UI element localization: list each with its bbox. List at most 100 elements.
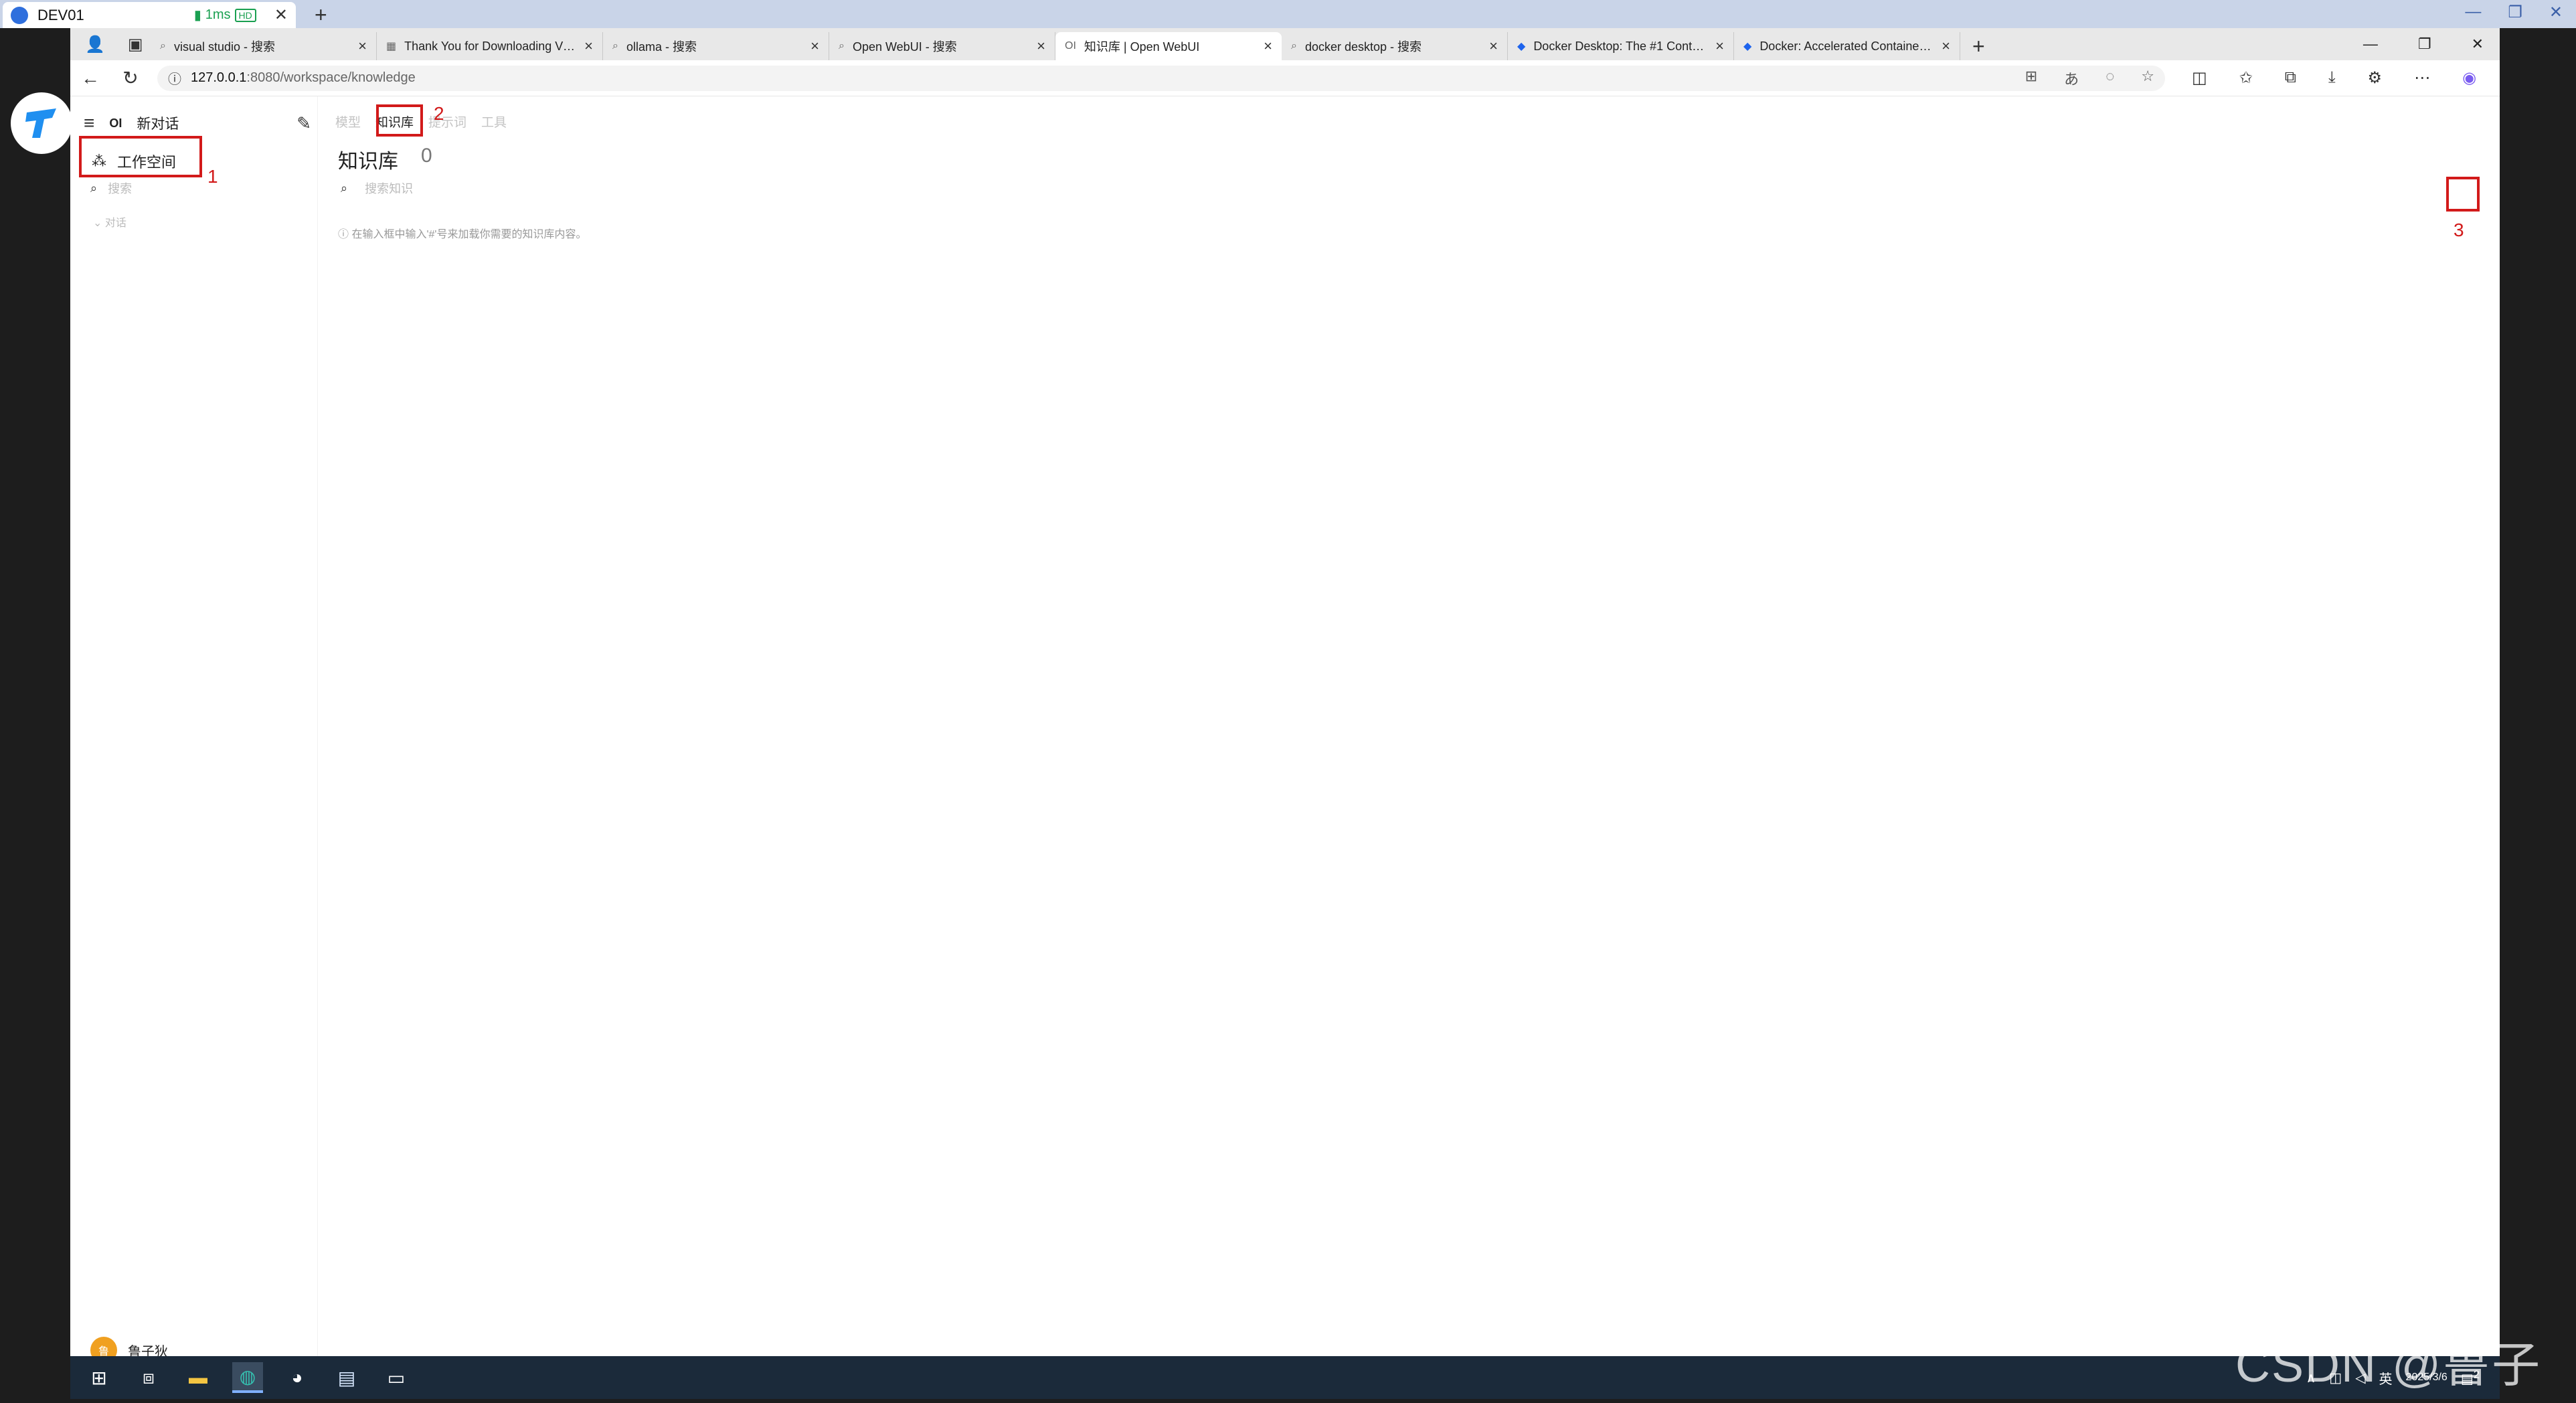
file-explorer-icon[interactable]: ▬: [183, 1362, 213, 1393]
address-bar: ← ↻ ⓘ 127.0.0.1:8080/workspace/knowledge…: [70, 60, 2500, 96]
annotation-box-knowledge: [376, 104, 423, 137]
browser-tab[interactable]: ⌕ visual studio - 搜索 ×: [151, 32, 377, 60]
url-path: :8080/workspace/knowledge: [246, 70, 416, 85]
search-icon: ⌕: [612, 40, 618, 52]
close-icon[interactable]: ✕: [2549, 3, 2563, 22]
remote-session-tab[interactable]: DEV01 ▮ 1ms HD ✕: [3, 2, 296, 28]
tab-label: visual studio - 搜索: [173, 40, 276, 54]
tab-actions-icon[interactable]: ▣: [128, 35, 143, 54]
tab-models[interactable]: 模型: [335, 112, 361, 131]
quality-badge[interactable]: HD: [234, 8, 256, 22]
search-icon: ⌕: [1291, 40, 1297, 52]
knowledge-count: 0: [421, 145, 432, 167]
menu-icon[interactable]: ≡: [84, 112, 94, 134]
annotation-box-add: [2446, 177, 2480, 212]
tab-label: 知识库 | Open WebUI: [1084, 40, 1200, 54]
latency-indicator: ▮ 1ms HD: [194, 7, 256, 23]
restore-icon[interactable]: ❐: [2418, 35, 2431, 53]
collections-icon[interactable]: ⧉: [2285, 68, 2296, 88]
minimize-icon[interactable]: —: [2465, 3, 2481, 22]
browser-tab[interactable]: ◆ Docker Desktop: The #1 Contain ×: [1508, 32, 1734, 60]
tab-label: Open WebUI - 搜索: [852, 40, 957, 54]
browser-tab[interactable]: ⌕ docker desktop - 搜索 ×: [1282, 32, 1508, 60]
annotation-number: 1: [207, 166, 218, 187]
tab-tools[interactable]: 工具: [481, 112, 507, 131]
new-session-button[interactable]: +: [315, 3, 327, 27]
task-view-icon[interactable]: ⧈: [133, 1362, 164, 1393]
copilot-icon[interactable]: ◉: [2462, 68, 2476, 88]
close-tab-icon[interactable]: ×: [810, 37, 819, 55]
sidebar-header: ≡ OI 新对话 ✎: [84, 112, 311, 134]
browser-tab[interactable]: ⌕ Open WebUI - 搜索 ×: [829, 32, 1055, 60]
remote-desktop-right-margin: [2500, 28, 2576, 1360]
terminal-icon[interactable]: ▭: [381, 1362, 412, 1393]
search-placeholder: 搜索: [108, 182, 133, 195]
close-tab-icon[interactable]: ×: [1489, 37, 1498, 55]
tab-label: ollama - 搜索: [626, 40, 697, 54]
windows-start-icon[interactable]: ⊞: [84, 1362, 114, 1393]
browser-window: 👤 ▣ ⌕ visual studio - 搜索 × ▦ Thank You for …: [70, 28, 2571, 1364]
edit-icon[interactable]: ✎: [296, 113, 311, 134]
ollama-icon[interactable]: ◕: [282, 1362, 313, 1393]
chevron-down-icon: ⌄: [93, 218, 102, 229]
browser-tab-active[interactable]: OI 知识库 | Open WebUI ×: [1055, 32, 1282, 60]
close-tab-icon[interactable]: ×: [584, 37, 593, 55]
profile-icon[interactable]: 👤: [85, 35, 105, 54]
tabbar-tools: 👤 ▣: [70, 28, 151, 60]
toolbar-right: ◫ ✩ ⧉ ⤓ ⚙ ⋯ ◉: [2165, 68, 2476, 88]
annotation-box-workspace: [79, 136, 202, 177]
tracking-icon[interactable]: ◌: [2106, 68, 2114, 89]
new-chat-link[interactable]: 新对话: [137, 113, 179, 133]
open-webui-sidebar: ≡ OI 新对话 ✎ ⁂ 工作空间 ⌕ 搜索 ⌄ 对话 鲁 鲁子狄: [70, 96, 318, 1364]
docker-icon[interactable]: ▤: [331, 1362, 362, 1393]
url-host: 127.0.0.1: [191, 70, 247, 85]
edge-icon[interactable]: ◍: [232, 1362, 263, 1393]
favorite-star-icon[interactable]: ☆: [2141, 68, 2154, 89]
ms-icon: ▦: [386, 41, 397, 52]
close-tab-icon[interactable]: ×: [358, 37, 367, 55]
latency-value: 1ms: [205, 7, 231, 22]
close-tab-icon[interactable]: ×: [1715, 37, 1724, 55]
close-tab-icon[interactable]: ×: [1942, 37, 1950, 55]
tab-label: Thank You for Downloading Visu: [404, 39, 577, 53]
more-icon[interactable]: ⋯: [2414, 68, 2430, 88]
download-icon[interactable]: ⤓: [2328, 68, 2336, 88]
section-label: 对话: [104, 218, 126, 229]
workspace-main: 模型 知识库 提示词 工具 知识库 0 ⌕ 搜索知识 ⓘ 在输入框中输入'#'号…: [318, 96, 2538, 1356]
split-screen-icon[interactable]: ◫: [2192, 68, 2207, 88]
close-icon[interactable]: ✕: [2472, 35, 2484, 53]
sidebar-search[interactable]: ⌕ 搜索: [90, 179, 132, 197]
favorites-icon[interactable]: ✩: [2239, 68, 2253, 88]
minimize-icon[interactable]: —: [2363, 35, 2378, 53]
todesk-logo-icon[interactable]: [11, 92, 72, 154]
restore-icon[interactable]: ❐: [2508, 3, 2522, 22]
windows-taskbar: ⊞ ⧈ ▬ ◍ ◕ ▤ ▭ ∧ ◫ ◁ 英 2025/3/6 ▤2: [70, 1356, 2500, 1399]
search-icon: ⌕: [160, 40, 166, 52]
browser-tab[interactable]: ▦ Thank You for Downloading Visu ×: [377, 32, 603, 60]
remote-desktop-left-margin: [0, 28, 72, 1360]
close-icon[interactable]: ✕: [274, 5, 288, 25]
csdn-watermark: CSDN @鲁子狄: [2235, 1339, 2542, 1392]
search-icon: ⌕: [839, 40, 845, 52]
extensions-icon[interactable]: ⚙: [2368, 68, 2383, 88]
close-tab-icon[interactable]: ×: [1264, 37, 1272, 55]
info-icon[interactable]: ⓘ: [168, 68, 181, 88]
chats-section-header[interactable]: ⌄ 对话: [93, 214, 126, 230]
browser-tab[interactable]: ◆ Docker: Accelerated Container A ×: [1734, 32, 1960, 60]
apps-icon[interactable]: ⊞: [2025, 68, 2037, 89]
browser-tabbar: 👤 ▣ ⌕ visual studio - 搜索 × ▦ Thank You for …: [70, 28, 2500, 60]
close-tab-icon[interactable]: ×: [1037, 37, 1045, 55]
tab-label: Docker Desktop: The #1 Contain: [1533, 39, 1708, 53]
tab-label: Docker: Accelerated Container A: [1759, 39, 1934, 53]
url-input[interactable]: ⓘ 127.0.0.1:8080/workspace/knowledge ⊞ あ…: [157, 65, 2165, 91]
annotation-number: 2: [434, 103, 444, 124]
refresh-icon[interactable]: ↻: [110, 67, 151, 89]
new-tab-button[interactable]: +: [1960, 32, 1997, 60]
translate-icon[interactable]: あ: [2064, 68, 2079, 89]
knowledge-search-input[interactable]: ⌕ 搜索知识: [341, 179, 413, 197]
back-icon[interactable]: ←: [70, 68, 110, 89]
signal-icon: ▮: [193, 8, 201, 23]
docker-icon: ◆: [1517, 41, 1526, 52]
session-title: DEV01: [37, 6, 84, 23]
browser-tab[interactable]: ⌕ ollama - 搜索 ×: [603, 32, 829, 60]
